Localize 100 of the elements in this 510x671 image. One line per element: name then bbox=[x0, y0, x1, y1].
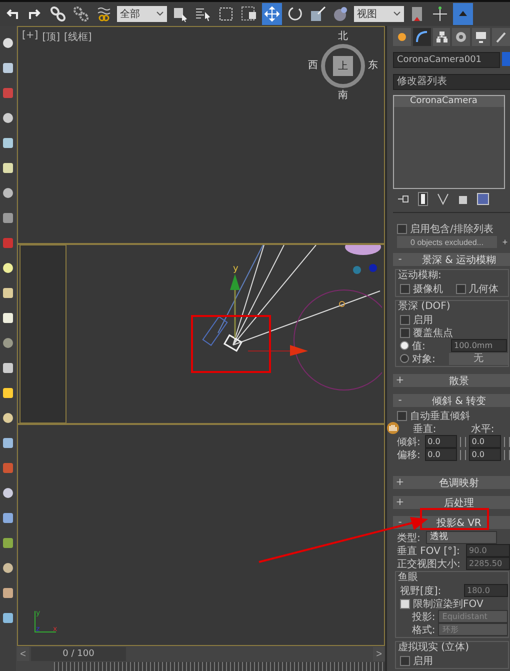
stack-item[interactable]: CoronaCamera bbox=[394, 96, 504, 107]
spinner-field[interactable]: 0.0 bbox=[424, 448, 457, 462]
spinner-field[interactable]: 90.0 bbox=[466, 544, 510, 557]
utilities-tab[interactable] bbox=[492, 28, 510, 46]
viewport-label[interactable]: [顶] bbox=[42, 30, 60, 44]
undo-icon bbox=[5, 7, 19, 21]
time-slider[interactable]: 0 / 100 bbox=[31, 647, 126, 661]
display-tab[interactable] bbox=[472, 28, 490, 46]
create-tab[interactable] bbox=[393, 28, 411, 46]
bar-icon[interactable] bbox=[418, 192, 428, 206]
funnel-icon[interactable] bbox=[437, 193, 449, 206]
spinner-arrows-icon[interactable] bbox=[504, 450, 510, 460]
wheel-icon bbox=[455, 31, 468, 43]
next-frame-button[interactable]: > bbox=[373, 647, 385, 661]
dropdown[interactable]: 全部 bbox=[117, 6, 167, 22]
monitor-icon bbox=[475, 31, 488, 43]
modifier-list-dropdown[interactable]: 修改器列表 bbox=[393, 74, 510, 90]
crosshair-icon bbox=[432, 6, 448, 22]
move-icon bbox=[264, 6, 280, 22]
spinner-arrows-icon[interactable] bbox=[504, 436, 510, 447]
group-label: 虚拟现实 (立体) bbox=[398, 642, 470, 654]
highlight-frame bbox=[420, 508, 489, 530]
viewcube[interactable]: 北 西 上 东 南 bbox=[308, 31, 378, 101]
exclude-list-button[interactable]: 0 objects excluded... bbox=[397, 236, 497, 248]
field-label: 视野[度]: bbox=[400, 584, 442, 598]
checkbox[interactable] bbox=[400, 598, 410, 608]
spinner-field[interactable]: 2285.50 bbox=[466, 557, 510, 570]
compass-label: 北 bbox=[338, 31, 348, 42]
field-label: 正交视图大小: bbox=[397, 558, 462, 570]
field-label: 偏移: bbox=[397, 448, 422, 462]
rollout-header[interactable]: - 景深 & 运动模糊 bbox=[393, 253, 510, 266]
checkbox[interactable] bbox=[400, 284, 410, 294]
radio-button[interactable] bbox=[400, 341, 409, 350]
compass-label: 东 bbox=[368, 60, 378, 71]
field-label: 投影: bbox=[410, 610, 436, 624]
spinner-field[interactable]: 180.0 bbox=[464, 584, 508, 597]
radio-button[interactable] bbox=[400, 354, 409, 364]
hierarchy-icon bbox=[436, 31, 448, 43]
radio-label: 对象: bbox=[412, 352, 436, 366]
checkbox-label: 覆盖焦点 bbox=[413, 326, 453, 340]
column-label: 水平: bbox=[470, 422, 494, 436]
checkbox[interactable] bbox=[400, 656, 410, 666]
spinner-arrows-icon[interactable] bbox=[460, 436, 466, 447]
pick-object-button[interactable]: 无 bbox=[449, 352, 508, 365]
field-label: 倾斜: bbox=[397, 436, 422, 449]
cube-face[interactable]: 上 bbox=[333, 56, 353, 76]
hand-cursor-icon bbox=[387, 422, 399, 434]
checkbox-label: 限制渲染到FOV bbox=[413, 598, 484, 610]
window-icon[interactable] bbox=[477, 193, 489, 206]
rollout-header[interactable]: - 倾斜 & 转变 bbox=[393, 394, 510, 408]
hierarchy-tab[interactable] bbox=[432, 28, 450, 46]
checkbox[interactable] bbox=[397, 224, 407, 234]
distance-field[interactable]: 100.0mm bbox=[451, 339, 507, 352]
caret-icon bbox=[393, 11, 401, 17]
field-label: 类型: bbox=[397, 532, 422, 544]
checkbox-label: 摄像机 bbox=[413, 282, 444, 296]
motion-tab[interactable] bbox=[452, 28, 470, 46]
rollout-header[interactable]: + 散景 bbox=[393, 374, 510, 388]
viewport[interactable]: [+] [顶] [线框] 北 西 上 东 南 bbox=[17, 26, 385, 244]
checkbox[interactable] bbox=[400, 328, 410, 338]
group-label: 运动模糊: bbox=[398, 270, 442, 282]
previous-frame-button[interactable]: < bbox=[17, 647, 29, 661]
field-label: 格式: bbox=[410, 624, 436, 636]
group-label: 景深 (DOF) bbox=[398, 301, 452, 314]
checkbox[interactable] bbox=[397, 410, 407, 421]
chain-link-icon bbox=[50, 6, 66, 22]
axis-tripod bbox=[34, 610, 56, 632]
cube-cursor-icon bbox=[172, 6, 188, 22]
pivot-icon bbox=[410, 6, 424, 22]
rollout-header[interactable]: + 后处理 bbox=[393, 496, 510, 509]
spinner-field[interactable]: 0.0 bbox=[468, 448, 502, 462]
modify-tab[interactable] bbox=[412, 28, 431, 46]
scale-icon bbox=[310, 6, 326, 22]
compass-label: 南 bbox=[338, 90, 348, 101]
checkbox-label: 启用 bbox=[413, 314, 433, 327]
toggle-button[interactable] bbox=[453, 3, 473, 25]
spinner-field[interactable]: 0.0 bbox=[468, 435, 502, 448]
dropdown[interactable]: 视图 bbox=[354, 6, 404, 22]
viewport-label[interactable]: [+] bbox=[22, 30, 38, 44]
track-bar[interactable] bbox=[54, 662, 385, 671]
object-name-field[interactable]: CoronaCamera001 bbox=[393, 52, 500, 68]
checkbox[interactable] bbox=[456, 284, 466, 294]
curve-icon bbox=[416, 31, 428, 43]
spinner-field[interactable]: 0.0 bbox=[424, 435, 457, 448]
viewport[interactable]: y bbox=[17, 244, 385, 424]
caret-icon bbox=[156, 11, 164, 17]
viewport-label[interactable]: [线框] bbox=[64, 30, 92, 44]
rotate-icon bbox=[287, 6, 303, 22]
modifier-stack[interactable]: CoronaCamera bbox=[393, 95, 505, 189]
dashed-rectangle-icon bbox=[218, 6, 234, 22]
rollout-header[interactable]: + 色调映射 bbox=[393, 476, 510, 489]
color-swatch[interactable] bbox=[502, 52, 510, 66]
move-button[interactable] bbox=[262, 3, 282, 25]
redo-icon bbox=[28, 7, 42, 21]
spinner-arrows-icon[interactable] bbox=[460, 450, 466, 460]
checkbox[interactable] bbox=[400, 314, 410, 325]
broken-chain-icon bbox=[73, 6, 89, 22]
axis-label: y bbox=[233, 264, 238, 274]
type-dropdown[interactable]: 透视 bbox=[426, 531, 497, 544]
list-cursor-icon bbox=[195, 6, 211, 22]
